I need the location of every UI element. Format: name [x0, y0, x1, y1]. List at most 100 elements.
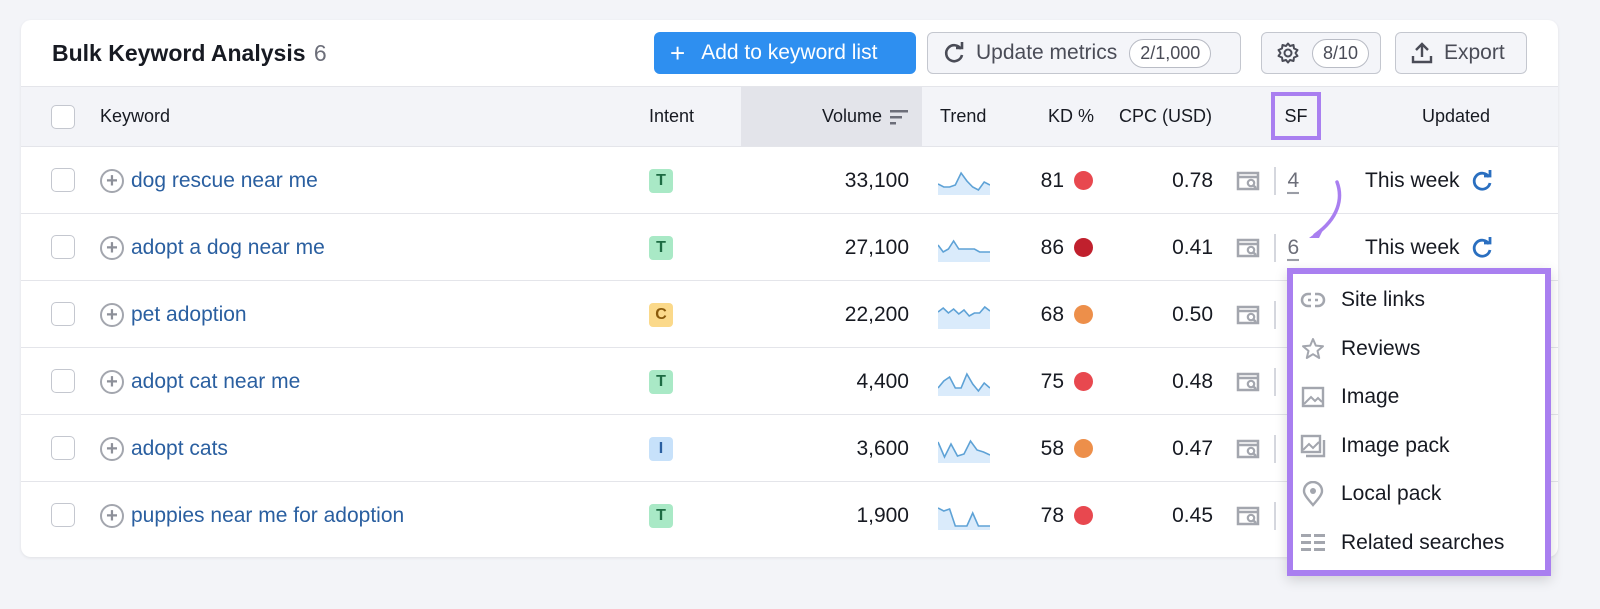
keyword-cell: + pet adoption: [100, 281, 247, 348]
volume-cell: 33,100: [844, 168, 909, 192]
image-pack-icon: [1299, 434, 1327, 458]
kd-value: 75: [1040, 369, 1064, 393]
intent-cell: T: [649, 348, 673, 415]
kd-cell: 78: [1021, 482, 1093, 549]
volume-cell: 3,600: [856, 436, 909, 460]
updated-value: This week: [1365, 168, 1460, 192]
title-text: Bulk Keyword Analysis: [52, 40, 306, 66]
serp-snapshot-icon[interactable]: [1236, 170, 1260, 192]
kd-value: 58: [1040, 436, 1064, 460]
column-header-intent[interactable]: Intent: [649, 87, 694, 146]
intent-badge: T: [649, 369, 673, 394]
intent-cell: T: [649, 214, 673, 281]
keyword-cell: + adopt a dog near me: [100, 214, 325, 281]
row-checkbox[interactable]: [51, 436, 75, 460]
trend-sparkline: [938, 305, 990, 329]
column-header-updated[interactable]: Updated: [1422, 87, 1490, 146]
serp-feature-item: Site links: [1299, 280, 1425, 320]
serp-features-popup: Site links Reviews Image Image pack Local pa…: [1287, 268, 1551, 576]
export-button-label: Export: [1444, 41, 1505, 64]
refresh-icon[interactable]: [1470, 169, 1494, 193]
trend-sparkline: [938, 438, 990, 463]
image-icon: [1299, 386, 1327, 408]
row-checkbox[interactable]: [51, 235, 75, 259]
add-keyword-icon[interactable]: +: [100, 168, 124, 193]
sort-icon: [890, 109, 908, 125]
select-all-checkbox[interactable]: [51, 105, 75, 129]
serp-feature-label: Image: [1341, 385, 1400, 408]
column-header-sf[interactable]: SF: [1271, 92, 1321, 140]
page-title: Bulk Keyword Analysis 6: [52, 40, 327, 67]
refresh-icon[interactable]: [1470, 236, 1494, 260]
volume-header-label: Volume: [821, 106, 882, 126]
volume-cell: 22,200: [844, 302, 909, 326]
serp-snapshot-icon[interactable]: [1236, 371, 1260, 393]
keyword-link[interactable]: dog rescue near me: [131, 169, 318, 193]
row-checkbox[interactable]: [51, 503, 75, 527]
columns-counter: 8/10: [1312, 38, 1370, 68]
divider: [1274, 501, 1276, 530]
keyword-link[interactable]: adopt cat near me: [131, 370, 300, 394]
serp-snapshot-icon[interactable]: [1236, 505, 1260, 527]
sf-header-label: SF: [1284, 105, 1308, 126]
column-header-kd[interactable]: KD %: [1048, 87, 1094, 146]
column-header-cpc[interactable]: CPC (USD): [1119, 87, 1212, 146]
sf-cell: [1236, 415, 1288, 482]
kd-value: 78: [1040, 503, 1064, 527]
intent-badge: T: [649, 235, 673, 260]
kd-value: 68: [1040, 302, 1064, 326]
volume-cell: 1,900: [856, 503, 909, 527]
update-metrics-button[interactable]: Update metrics 2/1,000: [927, 32, 1241, 74]
divider: [1274, 233, 1276, 262]
keyword-link[interactable]: puppies near me for adoption: [131, 504, 404, 528]
sf-cell: 4: [1236, 147, 1299, 214]
cpc-cell: 0.50: [1172, 302, 1213, 326]
row-checkbox[interactable]: [51, 168, 75, 192]
serp-feature-label: Local pack: [1341, 482, 1442, 505]
gear-icon: [1276, 41, 1300, 65]
serp-snapshot-icon[interactable]: [1236, 304, 1260, 326]
refresh-icon: [942, 41, 966, 65]
serp-feature-label: Site links: [1341, 288, 1426, 311]
keyword-link[interactable]: pet adoption: [131, 303, 247, 327]
export-button[interactable]: Export: [1395, 32, 1527, 74]
column-header-volume[interactable]: Volume: [741, 87, 922, 146]
divider: [1274, 434, 1276, 463]
sf-cell: [1236, 482, 1288, 549]
serp-feature-label: Related searches: [1341, 530, 1505, 554]
row-checkbox[interactable]: [51, 369, 75, 393]
serp-snapshot-icon[interactable]: [1236, 237, 1260, 259]
trend-cell: [938, 348, 990, 415]
column-header-trend[interactable]: Trend: [940, 87, 986, 146]
keyword-count: 6: [313, 40, 327, 66]
add-keyword-icon[interactable]: +: [100, 302, 124, 327]
kd-difficulty-dot: [1074, 238, 1093, 257]
column-settings-button[interactable]: 8/10: [1261, 32, 1381, 74]
update-limit-counter: 2/1,000: [1129, 38, 1212, 68]
column-header-keyword[interactable]: Keyword: [100, 87, 170, 146]
add-keyword-icon[interactable]: +: [100, 369, 124, 394]
kd-difficulty-dot: [1074, 171, 1093, 190]
add-keyword-icon[interactable]: +: [100, 436, 124, 461]
intent-badge: T: [649, 168, 673, 193]
divider: [1274, 166, 1276, 195]
keyword-link[interactable]: adopt a dog near me: [131, 236, 325, 260]
intent-cell: C: [649, 281, 673, 348]
serp-snapshot-icon[interactable]: [1236, 438, 1260, 460]
trend-cell: [938, 147, 990, 214]
keyword-cell: + dog rescue near me: [100, 147, 318, 214]
add-to-keyword-list-button[interactable]: + Add to keyword list: [654, 32, 916, 74]
cpc-cell: 0.48: [1172, 369, 1213, 393]
serp-feature-item: Local pack: [1299, 474, 1441, 514]
keyword-cell: + adopt cat near me: [100, 348, 300, 415]
row-checkbox[interactable]: [51, 302, 75, 326]
location-pin-icon: [1299, 481, 1327, 507]
intent-cell: T: [649, 147, 673, 214]
intent-badge: T: [649, 503, 673, 528]
plus-icon: +: [670, 37, 686, 68]
add-keyword-icon[interactable]: +: [100, 503, 124, 528]
keyword-link[interactable]: adopt cats: [131, 437, 228, 461]
serp-features-count[interactable]: 4: [1288, 169, 1300, 193]
serp-features-count[interactable]: 6: [1288, 236, 1300, 260]
add-keyword-icon[interactable]: +: [100, 235, 124, 260]
